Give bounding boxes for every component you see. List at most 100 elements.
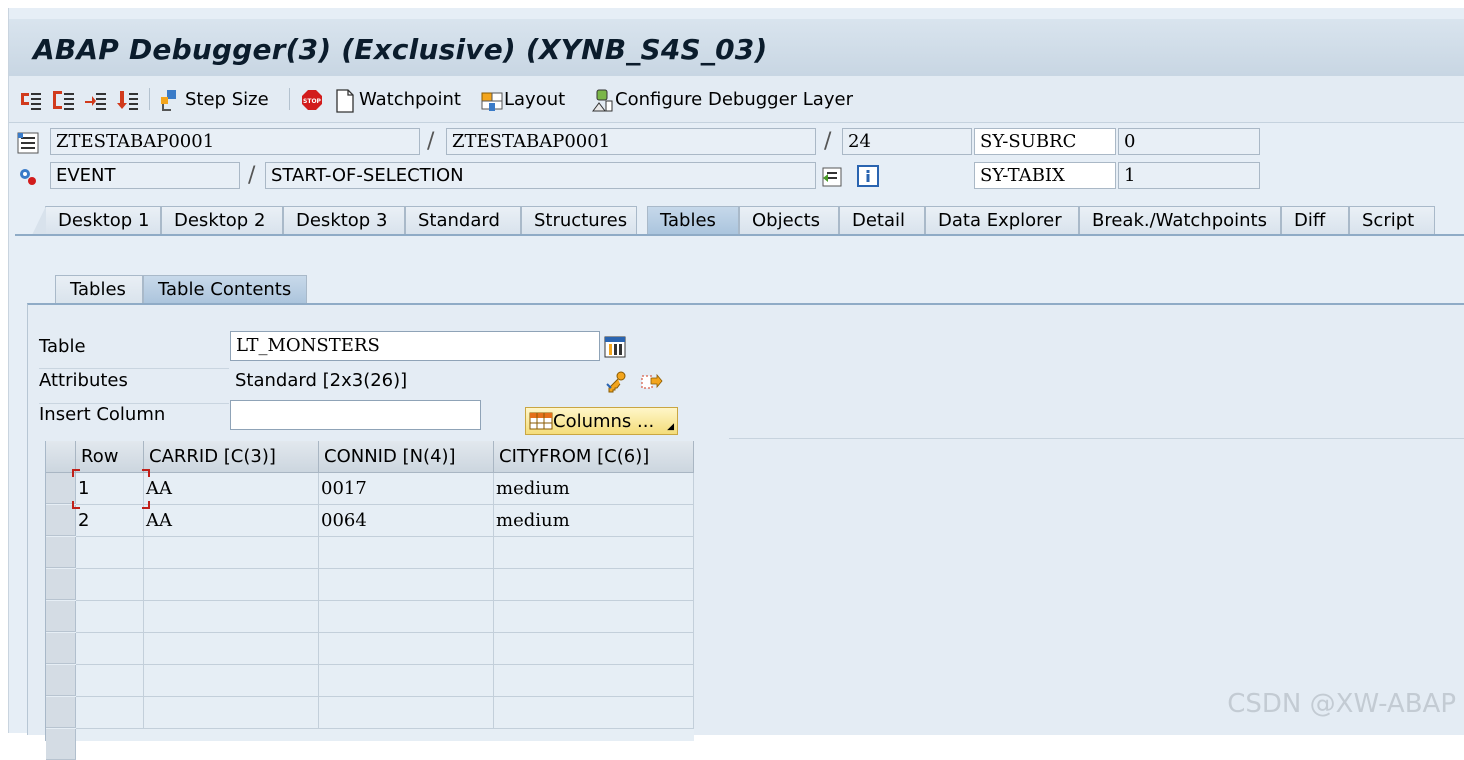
table-cell[interactable]: 0017 <box>319 473 494 505</box>
empty-cell[interactable] <box>319 601 494 633</box>
step-into-icon <box>19 89 41 110</box>
table-cell[interactable]: AA <box>144 473 319 505</box>
empty-cell[interactable] <box>319 633 494 665</box>
empty-cell[interactable] <box>76 569 144 601</box>
empty-cell[interactable] <box>76 633 144 665</box>
dropdown-corner-icon: ◢ <box>667 422 674 432</box>
document-icon <box>335 89 355 113</box>
sysvar-name-field[interactable]: SY-TABIX <box>974 162 1116 189</box>
key-icon[interactable] <box>605 370 626 393</box>
debugger-window: ABAP Debugger(3) (Exclusive) (XYNB_S4S_0… <box>8 8 1464 760</box>
step-size-icon <box>159 89 179 111</box>
include-field: ZTESTABAP0001 <box>446 128 816 155</box>
empty-cell[interactable] <box>494 537 694 569</box>
event-name-field: START-OF-SELECTION <box>265 162 816 189</box>
step-size-button[interactable]: Step Size <box>159 86 269 112</box>
table-name-input[interactable]: LT_MONSTERS <box>230 331 600 361</box>
empty-cell[interactable] <box>144 601 319 633</box>
subtab-tables[interactable]: Tables <box>55 275 143 304</box>
layout-button[interactable]: Layout <box>481 86 565 112</box>
column-header-cityfrom[interactable]: CITYFROM [C(6)] <box>494 441 694 473</box>
window-title: ABAP Debugger(3) (Exclusive) (XYNB_S4S_0… <box>33 33 768 66</box>
tab-underline <box>15 234 1464 236</box>
tab-objects[interactable]: Objects <box>739 206 839 235</box>
step-into-button[interactable] <box>19 86 41 112</box>
tab-tables[interactable]: Tables <box>647 206 739 235</box>
layout-icon <box>481 89 503 111</box>
empty-cell[interactable] <box>319 665 494 697</box>
label-underline <box>39 368 229 369</box>
empty-cell[interactable] <box>144 665 319 697</box>
table-cell[interactable]: medium <box>494 473 694 505</box>
program-field: ZTESTABAP0001 <box>50 128 420 155</box>
column-header-carrid[interactable]: CARRID [C(3)] <box>144 441 319 473</box>
continue-button[interactable] <box>115 86 138 112</box>
table-cell[interactable]: 0064 <box>319 505 494 537</box>
tab-detail[interactable]: Detail <box>839 206 925 235</box>
row-selector[interactable] <box>46 601 76 632</box>
separator-slash: / <box>427 129 435 154</box>
tab-structures[interactable]: Structures <box>521 206 637 235</box>
tab-diff[interactable]: Diff <box>1281 206 1349 235</box>
empty-cell[interactable] <box>494 569 694 601</box>
empty-cell[interactable] <box>494 633 694 665</box>
watchpoint-button[interactable]: Watchpoint <box>335 86 461 113</box>
tab-desktop-1[interactable]: Desktop 1 <box>32 206 161 235</box>
row-selector[interactable] <box>46 665 76 696</box>
subtab-table-contents[interactable]: Table Contents <box>143 275 307 304</box>
stop-button[interactable]: STOP <box>301 86 322 112</box>
goto-source-icon[interactable] <box>821 166 842 187</box>
row-selector[interactable] <box>46 697 76 728</box>
empty-cell[interactable] <box>319 537 494 569</box>
empty-cell[interactable] <box>76 601 144 633</box>
step-return-icon <box>83 89 106 110</box>
separator-slash: / <box>248 163 256 188</box>
empty-cell[interactable] <box>76 697 144 729</box>
empty-cell[interactable] <box>144 537 319 569</box>
columns-button[interactable]: Columns ... ◢ <box>525 407 678 435</box>
configure-layer-icon <box>591 89 613 112</box>
column-header-connid[interactable]: CONNID [N(4)] <box>319 441 494 473</box>
table-cell[interactable]: 2 <box>76 505 144 537</box>
tab-break-watchpoints[interactable]: Break./Watchpoints <box>1079 206 1281 235</box>
tab-standard[interactable]: Standard <box>405 206 521 235</box>
empty-cell[interactable] <box>494 665 694 697</box>
step-return-button[interactable] <box>83 86 106 112</box>
configure-layer-label: Configure Debugger Layer <box>615 88 853 110</box>
empty-cell[interactable] <box>494 697 694 729</box>
info-icon[interactable] <box>857 165 879 187</box>
row-selector[interactable] <box>46 505 76 536</box>
step-over-button[interactable] <box>51 86 74 112</box>
table-grid: Row CARRID [C(3)] CONNID [N(4)] CITYFROM… <box>45 441 694 760</box>
empty-cell[interactable] <box>494 601 694 633</box>
sysvar-name-field[interactable]: SY-SUBRC <box>974 128 1116 155</box>
attributes-value: Standard [2x3(26)] <box>235 370 408 391</box>
table-label: Table <box>39 336 86 357</box>
configure-layer-button[interactable]: Configure Debugger Layer <box>591 86 853 112</box>
watermark: CSDN @XW-ABAP <box>1227 689 1456 719</box>
row-selector[interactable] <box>46 569 76 600</box>
empty-cell[interactable] <box>144 633 319 665</box>
empty-cell[interactable] <box>76 665 144 697</box>
export-icon[interactable] <box>639 370 663 390</box>
watchpoint-label: Watchpoint <box>359 88 461 110</box>
row-selector[interactable] <box>46 633 76 664</box>
divider <box>729 438 1464 439</box>
table-cell[interactable]: AA <box>144 505 319 537</box>
tab-data-explorer[interactable]: Data Explorer <box>925 206 1079 235</box>
table-cell[interactable]: medium <box>494 505 694 537</box>
tab-desktop-3[interactable]: Desktop 3 <box>283 206 405 235</box>
step-size-label: Step Size <box>185 88 269 110</box>
row-selector[interactable] <box>46 537 76 568</box>
empty-cell[interactable] <box>144 569 319 601</box>
columns-icon <box>529 411 553 431</box>
tab-desktop-2[interactable]: Desktop 2 <box>161 206 283 235</box>
row-selector[interactable] <box>46 729 76 760</box>
table-select-icon[interactable] <box>604 336 626 358</box>
empty-cell[interactable] <box>144 697 319 729</box>
empty-cell[interactable] <box>76 537 144 569</box>
empty-cell[interactable] <box>319 697 494 729</box>
tab-script[interactable]: Script <box>1349 206 1435 235</box>
empty-cell[interactable] <box>319 569 494 601</box>
insert-column-input[interactable] <box>230 400 481 430</box>
